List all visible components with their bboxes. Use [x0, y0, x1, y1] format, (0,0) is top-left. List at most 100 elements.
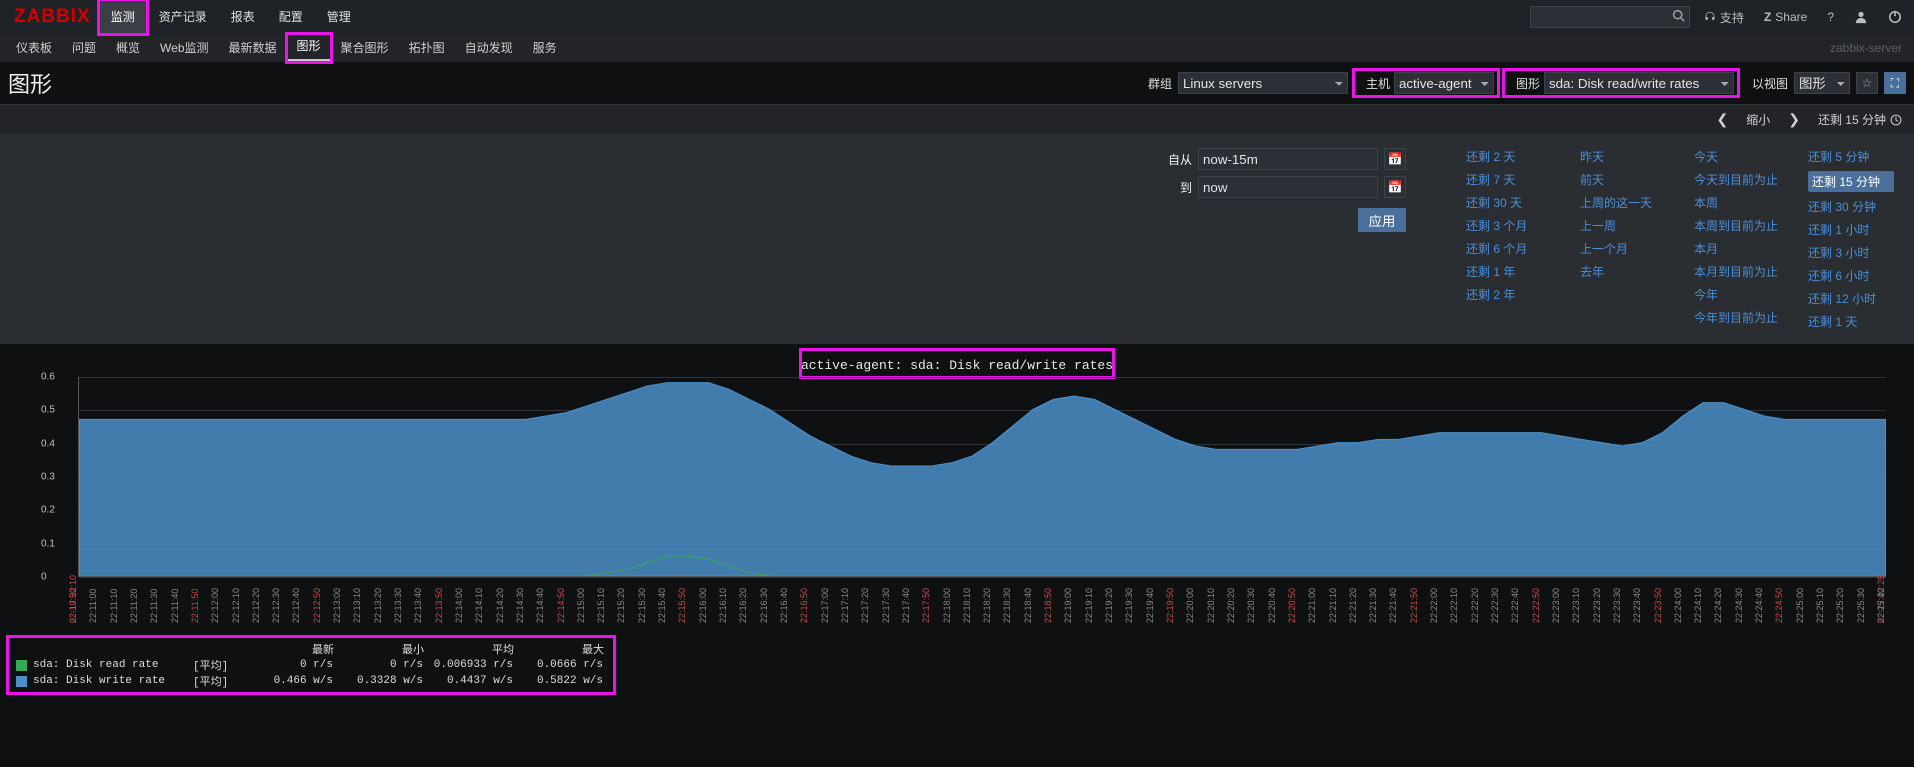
chart-container: active-agent: sda: Disk read/write rates…: [8, 350, 1906, 623]
subnav-discovery[interactable]: 自动发现: [455, 34, 523, 62]
time-preset[interactable]: 今年: [1694, 286, 1780, 303]
subnav-services[interactable]: 服务: [523, 34, 567, 62]
topnav-inventory[interactable]: 资产记录: [147, 0, 219, 34]
logout-button[interactable]: [1882, 10, 1908, 24]
time-preset[interactable]: 还剩 15 分钟: [1808, 171, 1894, 192]
time-preset[interactable]: 本月到目前为止: [1694, 263, 1780, 280]
time-preset[interactable]: 还剩 2 年: [1466, 286, 1552, 303]
to-input[interactable]: [1198, 176, 1378, 198]
graph-select[interactable]: sda: Disk read/write rates: [1544, 72, 1734, 94]
time-preset[interactable]: 今天到目前为止: [1694, 171, 1780, 188]
time-presets: 还剩 2 天还剩 7 天还剩 30 天还剩 3 个月还剩 6 个月还剩 1 年还…: [1466, 148, 1904, 330]
time-preset[interactable]: 还剩 3 小时: [1808, 244, 1894, 261]
time-preset[interactable]: 还剩 1 小时: [1808, 221, 1894, 238]
top-bar: ZABBIX 监测 资产记录 报表 配置 管理 支持 Z Share ?: [0, 0, 1914, 34]
power-icon: [1888, 10, 1902, 24]
page-title: 图形: [8, 67, 72, 99]
star-icon: ☆: [1862, 76, 1873, 90]
time-picker-panel: 自从 📅 到 📅 应用 还剩 2 天还剩 7 天还剩 30 天还剩 3 个月还剩…: [0, 134, 1914, 344]
clock-icon: [1890, 114, 1902, 126]
time-preset[interactable]: 还剩 6 小时: [1808, 267, 1894, 284]
share-link[interactable]: Z Share: [1758, 10, 1813, 24]
time-preset[interactable]: 今天: [1694, 148, 1780, 165]
time-preset[interactable]: 本周: [1694, 194, 1780, 211]
top-nav: 监测 资产记录 报表 配置 管理: [99, 0, 363, 34]
subnav-graphs[interactable]: 图形: [287, 34, 331, 62]
time-preset[interactable]: 本周到目前为止: [1694, 217, 1780, 234]
time-preset[interactable]: 还剩 7 天: [1466, 171, 1552, 188]
user-button[interactable]: [1848, 10, 1874, 24]
time-preset[interactable]: 还剩 3 个月: [1466, 217, 1552, 234]
filter-bar: 图形 群组 Linux servers 主机 active-agent 图形 s…: [0, 62, 1914, 104]
time-preset[interactable]: 去年: [1580, 263, 1666, 280]
calendar-icon: 📅: [1388, 180, 1403, 194]
server-name: zabbix-server: [1830, 41, 1908, 55]
subnav-latest-data[interactable]: 最新数据: [219, 34, 287, 62]
time-preset[interactable]: 昨天: [1580, 148, 1666, 165]
zoom-out-button[interactable]: 缩小: [1740, 111, 1776, 128]
group-select[interactable]: Linux servers: [1178, 72, 1348, 94]
time-preset[interactable]: 还剩 6 个月: [1466, 240, 1552, 257]
chart-x-axis: 02-17 22:1002-17 22:2522:10:5022:11:0022…: [78, 577, 1886, 623]
fullscreen-button[interactable]: ⛶: [1884, 72, 1906, 94]
graph-label: 图形: [1508, 75, 1540, 92]
topnav-configuration[interactable]: 配置: [267, 0, 315, 34]
host-select[interactable]: active-agent: [1394, 72, 1494, 94]
subnav-maps[interactable]: 拓扑图: [399, 34, 455, 62]
headset-icon: [1704, 11, 1716, 23]
time-preset[interactable]: 上一周: [1580, 217, 1666, 234]
apply-button[interactable]: 应用: [1358, 208, 1406, 232]
to-label: 到: [1152, 179, 1192, 196]
host-label: 主机: [1358, 75, 1390, 92]
topnav-administration[interactable]: 管理: [315, 0, 363, 34]
time-preset[interactable]: 还剩 2 天: [1466, 148, 1552, 165]
time-preset[interactable]: 还剩 1 年: [1466, 263, 1552, 280]
to-calendar-button[interactable]: 📅: [1384, 176, 1406, 198]
zabbix-icon: Z: [1764, 10, 1771, 24]
expand-icon: ⛶: [1891, 76, 1899, 91]
time-next-button[interactable]: ❯: [1784, 111, 1804, 128]
search-icon: [1672, 9, 1685, 25]
view-select[interactable]: 图形: [1794, 72, 1850, 94]
group-label: 群组: [1140, 75, 1172, 92]
time-preset[interactable]: 今年到目前为止: [1694, 309, 1780, 326]
subnav-web[interactable]: Web监测: [150, 34, 218, 62]
sub-nav-bar: 仪表板 问题 概览 Web监测 最新数据 图形 聚合图形 拓扑图 自动发现 服务…: [0, 34, 1914, 62]
chart-legend: 最新 最小 平均 最大 sda: Disk read rate[平均]0 r/s…: [8, 637, 614, 693]
time-preset[interactable]: 本月: [1694, 240, 1780, 257]
from-label: 自从: [1152, 151, 1192, 168]
time-preset[interactable]: 还剩 30 天: [1466, 194, 1552, 211]
question-icon: ?: [1827, 10, 1834, 24]
time-prev-button[interactable]: ❮: [1712, 111, 1732, 128]
help-button[interactable]: ?: [1821, 10, 1840, 24]
time-preset[interactable]: 前天: [1580, 171, 1666, 188]
time-preset[interactable]: 还剩 30 分钟: [1808, 198, 1894, 215]
time-status[interactable]: 还剩 15 分钟: [1812, 111, 1908, 128]
chart-title: active-agent: sda: Disk read/write rates: [801, 350, 1113, 377]
legend-swatch: [16, 660, 27, 671]
time-nav-row: ❮ 缩小 ❯ 还剩 15 分钟: [0, 104, 1914, 134]
legend-row: sda: Disk write rate[平均]0.466 w/s0.3328 …: [12, 673, 604, 689]
time-preset[interactable]: 还剩 1 天: [1808, 313, 1894, 330]
time-preset[interactable]: 还剩 5 分钟: [1808, 148, 1894, 165]
topnav-reports[interactable]: 报表: [219, 0, 267, 34]
subnav-overview[interactable]: 概览: [106, 34, 150, 62]
view-label: 以视图: [1744, 75, 1788, 92]
subnav-dashboard[interactable]: 仪表板: [6, 34, 62, 62]
support-link[interactable]: 支持: [1698, 9, 1750, 26]
from-input[interactable]: [1198, 148, 1378, 170]
time-preset[interactable]: 上一个月: [1580, 240, 1666, 257]
calendar-icon: 📅: [1388, 152, 1403, 166]
legend-row: sda: Disk read rate[平均]0 r/s0 r/s0.00693…: [12, 657, 604, 673]
topnav-monitoring[interactable]: 监测: [99, 0, 147, 34]
subnav-screens[interactable]: 聚合图形: [331, 34, 399, 62]
time-preset[interactable]: 还剩 12 小时: [1808, 290, 1894, 307]
global-search[interactable]: [1530, 6, 1690, 28]
chart-area[interactable]: 00.10.20.30.40.50.6: [78, 377, 1886, 577]
brand-logo: ZABBIX: [6, 6, 99, 28]
legend-swatch: [16, 676, 27, 687]
favorite-button[interactable]: ☆: [1856, 72, 1878, 94]
subnav-problems[interactable]: 问题: [62, 34, 106, 62]
time-preset[interactable]: 上周的这一天: [1580, 194, 1666, 211]
from-calendar-button[interactable]: 📅: [1384, 148, 1406, 170]
